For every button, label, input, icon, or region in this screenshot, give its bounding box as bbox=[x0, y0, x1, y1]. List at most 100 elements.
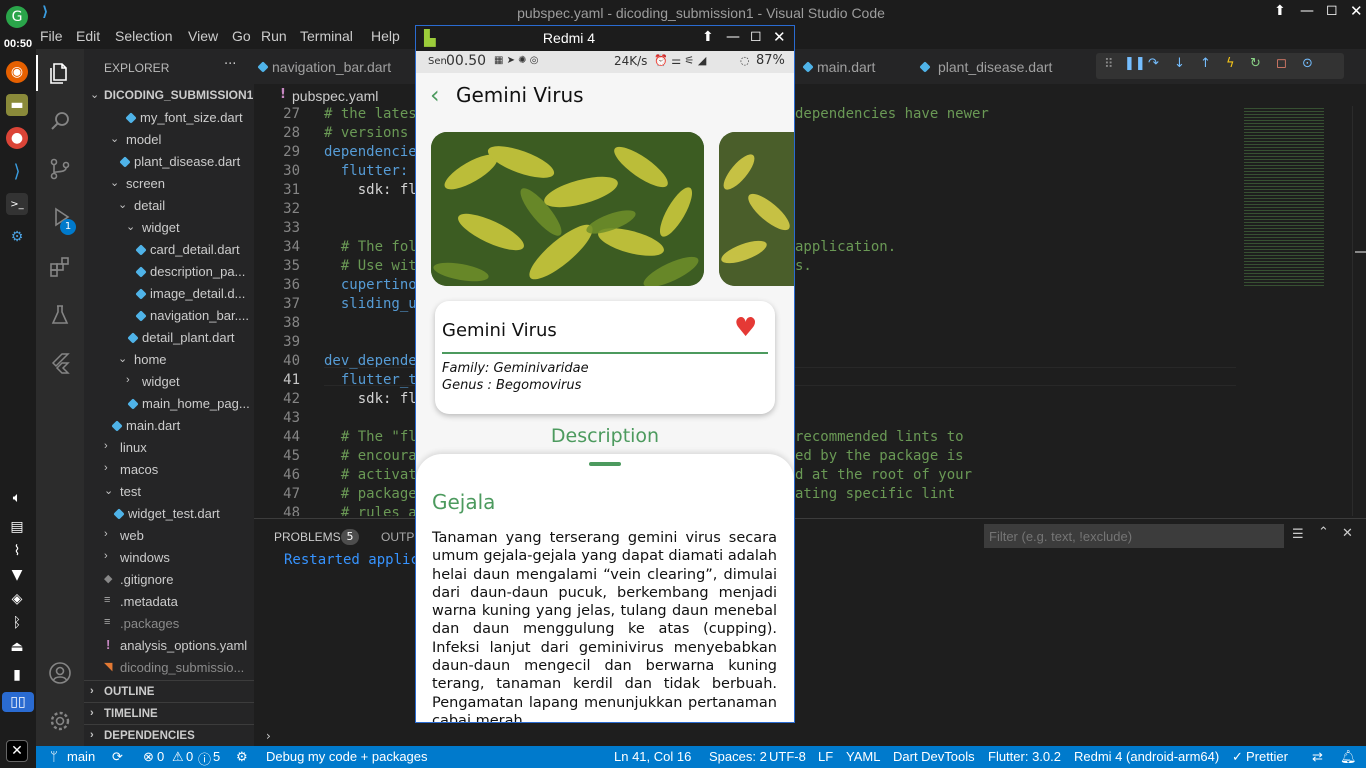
dependencies-section[interactable]: › DEPENDENCIES bbox=[84, 724, 254, 746]
timeline-section[interactable]: › TIMELINE bbox=[84, 702, 254, 724]
menu-run[interactable]: Run bbox=[261, 28, 287, 44]
menu-view[interactable]: View bbox=[188, 28, 218, 44]
code-line[interactable]: # activat bbox=[324, 467, 417, 483]
sync-icon[interactable]: ⟳ bbox=[112, 749, 123, 765]
filter-list-icon[interactable]: ☰ bbox=[1292, 527, 1304, 542]
tree-item[interactable]: image_detail.d... bbox=[84, 283, 254, 305]
bluetooth-icon[interactable]: ᛒ bbox=[6, 612, 28, 634]
tree-item[interactable]: ◆ .gitignore bbox=[84, 569, 254, 591]
tree-item[interactable]: navigation_bar.... bbox=[84, 305, 254, 327]
menu-go[interactable]: Go bbox=[232, 28, 251, 44]
volume-icon[interactable]: 🔈︎ bbox=[6, 487, 28, 509]
firefox-icon[interactable]: ◉ bbox=[6, 61, 28, 83]
encoding[interactable]: UTF-8 bbox=[769, 749, 806, 764]
tab-main[interactable]: main.dart bbox=[799, 49, 899, 84]
tree-item[interactable]: › web bbox=[84, 525, 254, 547]
account-icon[interactable] bbox=[48, 661, 72, 685]
tree-item[interactable]: ⌄ screen bbox=[84, 173, 254, 195]
code-line[interactable]: # the lates bbox=[324, 106, 417, 122]
emu-maximize-icon[interactable]: ◻ bbox=[750, 28, 762, 44]
tab-plant-disease[interactable]: plant_disease.dart bbox=[914, 49, 1084, 84]
files-icon[interactable]: ▬ bbox=[6, 94, 28, 116]
menu-edit[interactable]: Edit bbox=[76, 28, 100, 44]
code-line[interactable]: flutter: bbox=[324, 163, 408, 179]
grammarly-icon[interactable]: G bbox=[6, 6, 28, 28]
code-line[interactable]: sdk: fl bbox=[324, 182, 417, 198]
step-into-icon[interactable]: ↓ bbox=[1174, 56, 1185, 71]
prettier[interactable]: Prettier bbox=[1246, 749, 1288, 764]
code-line[interactable]: cupertino bbox=[324, 277, 417, 293]
cursor-position[interactable]: Ln 41, Col 16 bbox=[614, 749, 691, 764]
favorite-heart-icon[interactable]: ♥ bbox=[734, 315, 757, 341]
sheet-drag-handle[interactable] bbox=[589, 462, 621, 466]
tree-item[interactable]: › windows bbox=[84, 547, 254, 569]
wifi-icon[interactable]: ▼ bbox=[6, 564, 28, 586]
code-line[interactable]: # The "fl bbox=[324, 429, 417, 445]
tree-item[interactable]: ⌄ widget bbox=[84, 217, 254, 239]
flutter-icon[interactable] bbox=[48, 351, 72, 375]
code-line[interactable]: sliding_u bbox=[324, 296, 417, 312]
source-control-icon[interactable] bbox=[48, 157, 72, 181]
tree-item[interactable]: ⌄ home bbox=[84, 349, 254, 371]
tree-item[interactable]: ≡ .packages bbox=[84, 613, 254, 635]
debug-config[interactable]: Debug my code + packages bbox=[266, 749, 428, 764]
vscode-icon[interactable]: ⟩ bbox=[6, 160, 28, 182]
step-out-icon[interactable]: ↑ bbox=[1200, 56, 1211, 71]
description-sheet[interactable]: Gejala Tanaman yang terserang gemini vir… bbox=[416, 454, 794, 722]
drag-handle-icon[interactable]: ⠿ bbox=[1104, 57, 1114, 72]
back-arrow-icon[interactable]: ‹ bbox=[430, 81, 440, 109]
tree-item[interactable]: plant_disease.dart bbox=[84, 151, 254, 173]
terminal-icon[interactable]: >_ bbox=[6, 193, 28, 215]
more-actions-icon[interactable]: ··· bbox=[224, 57, 236, 72]
testing-icon[interactable] bbox=[48, 303, 72, 327]
manage-gear-icon[interactable] bbox=[48, 709, 72, 733]
language-mode[interactable]: YAML bbox=[846, 749, 880, 764]
tab-navigation-bar[interactable]: navigation_bar.dart bbox=[254, 49, 404, 84]
plant-image-1[interactable] bbox=[431, 132, 704, 286]
chrome-icon[interactable]: ● bbox=[6, 127, 28, 149]
code-line[interactable]: # package bbox=[324, 486, 417, 502]
extensions-icon[interactable] bbox=[48, 255, 72, 279]
collapse-chevron-icon[interactable]: › bbox=[266, 729, 271, 743]
tree-item[interactable]: card_detail.dart bbox=[84, 239, 254, 261]
tree-item[interactable]: ⌄ model bbox=[84, 129, 254, 151]
close-panel-icon[interactable]: ✕ bbox=[1342, 526, 1353, 541]
tree-item[interactable]: my_font_size.dart bbox=[84, 107, 254, 129]
filter-input[interactable] bbox=[984, 524, 1284, 548]
search-icon[interactable] bbox=[48, 109, 72, 133]
pause-icon[interactable]: ❚❚ bbox=[1124, 56, 1146, 71]
x-logo-icon[interactable]: ✕ bbox=[6, 740, 28, 762]
breadcrumb-file[interactable]: pubspec.yaml bbox=[292, 88, 378, 104]
emu-minimize-icon[interactable]: — bbox=[726, 29, 740, 45]
error-count[interactable]: 0 bbox=[157, 749, 164, 764]
tree-item[interactable]: ≡ .metadata bbox=[84, 591, 254, 613]
indentation[interactable]: Spaces: 2 bbox=[709, 749, 767, 764]
tree-item[interactable]: description_pa... bbox=[84, 261, 254, 283]
tree-item[interactable]: ! analysis_options.yaml bbox=[84, 635, 254, 657]
maximize-panel-icon[interactable]: ⌃ bbox=[1318, 525, 1329, 540]
stop-icon[interactable]: ◻ bbox=[1276, 56, 1287, 71]
minimize-icon[interactable]: — bbox=[1300, 3, 1314, 19]
notes-icon[interactable]: ▤ bbox=[6, 516, 28, 538]
tree-item[interactable]: › linux bbox=[84, 437, 254, 459]
tree-item[interactable]: ⌄ detail bbox=[84, 195, 254, 217]
menu-selection[interactable]: Selection bbox=[115, 28, 173, 44]
inspect-icon[interactable]: ⊙ bbox=[1302, 56, 1313, 71]
plant-image-2[interactable] bbox=[719, 132, 794, 286]
notifications-icon[interactable]: 🔔︎ bbox=[1340, 749, 1357, 765]
workspace-root[interactable]: ⌄ DICODING_SUBMISSION1 bbox=[84, 85, 254, 107]
code-line[interactable]: dependencie bbox=[324, 144, 417, 160]
tree-item[interactable]: ⌄ test bbox=[84, 481, 254, 503]
window-up-icon[interactable]: ⬆ bbox=[1274, 3, 1286, 19]
feedback-icon[interactable]: ⇄ bbox=[1312, 749, 1323, 765]
tree-item[interactable]: ◥ dicoding_submissio... bbox=[84, 657, 254, 679]
emu-close-icon[interactable]: ✕ bbox=[773, 28, 786, 46]
code-line[interactable]: # Use wit bbox=[324, 258, 417, 274]
code-line[interactable]: # rules a bbox=[324, 505, 417, 516]
info-count[interactable]: 5 bbox=[213, 749, 220, 764]
tree-item[interactable]: detail_plant.dart bbox=[84, 327, 254, 349]
close-icon[interactable]: ✕ bbox=[1350, 2, 1363, 20]
package-icon[interactable]: ◈ bbox=[6, 588, 28, 610]
tree-item[interactable]: main.dart bbox=[84, 415, 254, 437]
hot-reload-icon[interactable]: ϟ bbox=[1226, 56, 1235, 71]
